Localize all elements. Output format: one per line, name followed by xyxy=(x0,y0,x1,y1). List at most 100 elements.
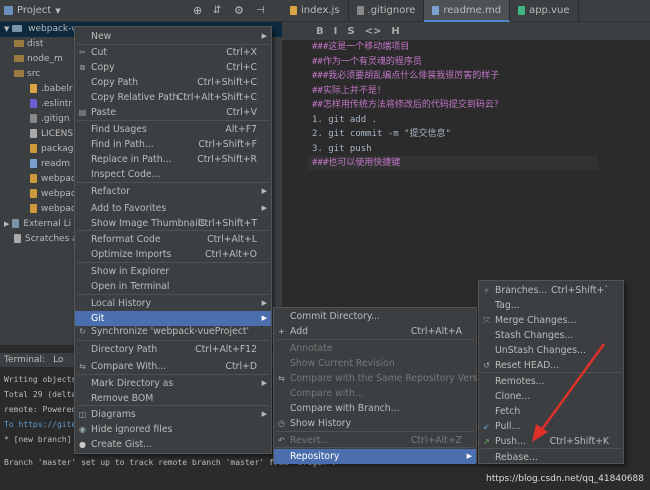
tab-1[interactable]: .gitignore xyxy=(349,0,425,22)
context-menu-item[interactable]: ● Create Gist... xyxy=(75,437,271,452)
context-menu-item[interactable]: Remove BOM xyxy=(75,391,271,406)
context-menu-item[interactable]: ◉ Hide ignored files xyxy=(75,422,271,437)
tree-item[interactable]: readm xyxy=(0,157,70,172)
context-menu-item[interactable]: New ▶ xyxy=(75,29,271,44)
plus-icon: + xyxy=(278,327,285,336)
context-menu-item[interactable]: Inspect Code... xyxy=(75,167,271,182)
git-menu-item[interactable]: Compare with Branch... xyxy=(274,401,476,416)
tree-item[interactable]: src xyxy=(0,67,40,82)
menu-item-label: Repository xyxy=(290,451,340,462)
git-menu-item[interactable]: Compare with... xyxy=(274,386,476,401)
git-menu-item[interactable]: Show Current Revision xyxy=(274,356,476,371)
context-menu-item[interactable]: Copy Path Ctrl+Shift+C xyxy=(75,75,271,90)
project-title[interactable]: Project xyxy=(17,5,51,16)
menu-item-shortcut: Ctrl+C xyxy=(226,62,257,73)
context-menu-item[interactable]: ✂ Cut Ctrl+X xyxy=(75,45,271,60)
tree-item[interactable]: node_m xyxy=(0,52,63,67)
menu-item-shortcut: Ctrl+Shift+R xyxy=(197,154,257,165)
repo-menu-item[interactable]: Tag... xyxy=(479,298,623,313)
md-toolbar-button[interactable]: B xyxy=(316,26,324,37)
eye-icon: ◉ xyxy=(79,425,86,434)
context-menu-item[interactable]: Open in Terminal xyxy=(75,279,271,294)
tree-item[interactable]: packag xyxy=(0,142,73,157)
context-menu-item[interactable]: Optimize Imports Ctrl+Alt+O xyxy=(75,247,271,262)
tree-item[interactable]: ▶ External Li xyxy=(0,217,71,232)
repo-menu-item[interactable]: Rebase... xyxy=(479,450,623,465)
md-toolbar-button[interactable]: S xyxy=(347,26,354,37)
crosshair-icon[interactable]: ⊕ xyxy=(193,4,202,17)
context-menu-item[interactable]: ◫ Diagrams ▶ xyxy=(75,407,271,422)
pull-icon: ↙ xyxy=(483,422,490,431)
collapse-icon[interactable]: ⇵ xyxy=(213,5,221,16)
gear-icon[interactable]: ⚙ xyxy=(234,4,244,17)
menu-item-shortcut: Ctrl+Alt+Z xyxy=(410,435,462,446)
md-toolbar-button[interactable]: <> xyxy=(365,26,382,37)
tree-item[interactable]: Scratches a xyxy=(0,232,78,247)
tree-item[interactable]: webpac xyxy=(0,187,76,202)
menu-item-label: Create Gist... xyxy=(91,439,152,450)
context-menu-item[interactable]: ↻ Synchronize 'webpack-vueProject' xyxy=(75,324,271,339)
menu-item-label: Add to Favorites xyxy=(91,203,167,214)
context-menu-item[interactable]: Add to Favorites ▶ xyxy=(75,201,271,216)
context-menu-item[interactable]: Show Image Thumbnails Ctrl+Shift+T xyxy=(75,216,271,231)
menu-item-label: Synchronize 'webpack-vueProject' xyxy=(91,326,250,337)
tree-item[interactable]: webpac xyxy=(0,172,76,187)
context-menu-item[interactable]: Refactor ▶ xyxy=(75,184,271,199)
repo-menu-item[interactable]: ⑂ Branches... Ctrl+Shift+` xyxy=(479,283,623,298)
sync-icon: ↻ xyxy=(79,327,86,336)
git-menu-item[interactable]: + Add Ctrl+Alt+A xyxy=(274,324,476,339)
context-menu-item[interactable]: Replace in Path... Ctrl+Shift+R xyxy=(75,152,271,167)
tree-item-label: .babelr xyxy=(41,84,73,94)
file-icon xyxy=(30,129,37,138)
menu-item-label: Remove BOM xyxy=(91,393,154,404)
context-menu-item[interactable]: ▤ Paste Ctrl+V xyxy=(75,105,271,120)
tree-item[interactable]: webpac xyxy=(0,202,76,217)
git-menu-item[interactable]: Annotate xyxy=(274,341,476,356)
git-menu-item[interactable]: ◷ Show History xyxy=(274,416,476,431)
code-line: ##实际上并不是！ xyxy=(312,85,386,96)
tab-0[interactable]: index.js xyxy=(282,0,349,22)
md-toolbar-button[interactable]: I xyxy=(334,26,338,37)
tree-item[interactable]: .eslintr xyxy=(0,97,72,112)
menu-separator xyxy=(77,340,269,341)
context-menu-item[interactable]: ⧉ Copy Ctrl+C xyxy=(75,60,271,75)
context-menu-item[interactable]: Mark Directory as ▶ xyxy=(75,376,271,391)
tree-item-label: readm xyxy=(41,159,71,169)
menu-item-label: Fetch xyxy=(495,406,521,417)
context-menu-item[interactable]: Reformat Code Ctrl+Alt+L xyxy=(75,232,271,247)
chevron-down-icon[interactable]: ▼ xyxy=(55,7,60,15)
menu-item-label: Paste xyxy=(91,107,117,118)
repo-menu-item[interactable]: ⤧ Merge Changes... xyxy=(479,313,623,328)
menu-item-shortcut: Ctrl+Alt+O xyxy=(204,249,257,260)
context-menu-item[interactable]: Local History ▶ xyxy=(75,296,271,311)
git-menu-item[interactable]: Commit Directory... xyxy=(274,309,476,324)
md-toolbar-button[interactable]: H xyxy=(391,26,399,37)
context-menu-item[interactable]: Find in Path... Ctrl+Shift+F xyxy=(75,137,271,152)
tab-2[interactable]: readme.md xyxy=(424,0,511,22)
editor-tabs: index.js .gitignore readme.md app.vue xyxy=(282,0,650,22)
menu-item-shortcut: Ctrl+Shift+C xyxy=(197,77,257,88)
tree-item[interactable]: .babelr xyxy=(0,82,73,97)
folder-icon xyxy=(14,55,24,62)
menu-item-label: Git xyxy=(91,313,105,324)
tree-item[interactable]: .gitign xyxy=(0,112,70,127)
git-menu-item[interactable]: ⇆ Compare with the Same Repository Versio… xyxy=(274,371,492,386)
context-menu-item[interactable]: Find Usages Alt+F7 xyxy=(75,122,271,137)
hide-icon[interactable]: ⊣ xyxy=(256,5,265,16)
branch-icon: ⑂ xyxy=(484,286,489,295)
context-menu-item[interactable]: Copy Relative Path Ctrl+Alt+Shift+C xyxy=(75,90,271,105)
context-menu-item[interactable]: ⇆ Compare With... Ctrl+D xyxy=(75,359,271,374)
git-menu-item[interactable]: ↶ Revert... Ctrl+Alt+Z xyxy=(274,433,476,448)
context-menu-item[interactable]: Directory Path Ctrl+Alt+F12 xyxy=(75,342,271,357)
context-menu-item[interactable]: Show in Explorer xyxy=(75,264,271,279)
tab-3[interactable]: app.vue xyxy=(510,0,579,22)
chevron-right-icon: ▶ xyxy=(466,452,472,460)
tree-item[interactable]: dist xyxy=(0,37,43,52)
git-menu-item[interactable]: Repository ▶ xyxy=(274,449,476,464)
menu-item-label: Find in Path... xyxy=(91,139,154,150)
menu-item-label: Local History xyxy=(91,298,152,309)
terminal-tab-local[interactable]: Lo xyxy=(53,353,63,367)
file-icon xyxy=(290,5,297,15)
tree-item[interactable]: LICENSE xyxy=(0,127,79,142)
terminal-label[interactable]: Terminal: xyxy=(4,353,45,367)
